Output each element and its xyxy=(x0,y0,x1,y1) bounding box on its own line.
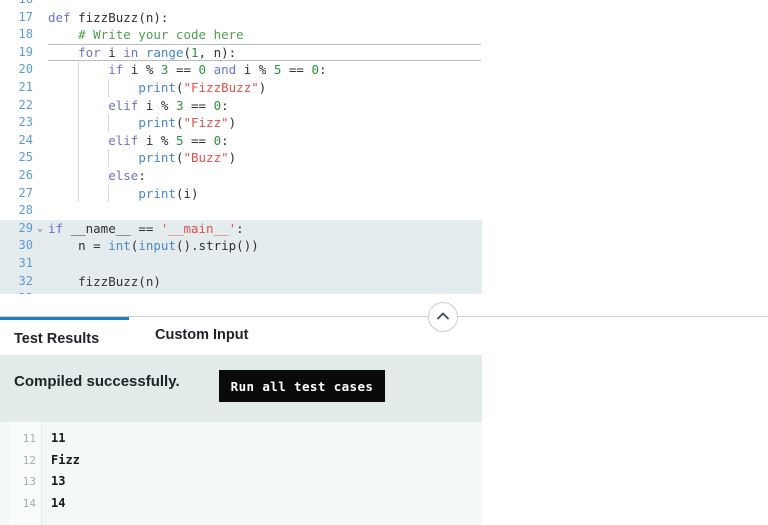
code-line[interactable]: 23 print("Fizz") xyxy=(0,114,482,132)
code-line[interactable]: 25 print("Buzz") xyxy=(0,149,482,167)
output-line-number: 11 xyxy=(22,432,36,445)
chevron-up-icon xyxy=(437,312,449,320)
compile-status-message: Compiled successfully. xyxy=(14,373,180,390)
code-text: print("Buzz") xyxy=(138,150,237,166)
line-number: 28 xyxy=(18,203,33,218)
line-number: 20 xyxy=(18,62,33,77)
indent-guide xyxy=(78,131,80,150)
indent-guide xyxy=(78,61,80,79)
code-line[interactable]: 32 fizzBuzz(n) xyxy=(0,272,482,291)
code-line[interactable]: 31 xyxy=(0,255,482,273)
code-line[interactable]: 27 print(i) xyxy=(0,185,482,203)
line-number: 23 xyxy=(18,115,33,130)
code-text: print(i) xyxy=(138,185,199,201)
line-number: 19 xyxy=(18,44,33,59)
line-number: 26 xyxy=(18,168,33,182)
line-number: 25 xyxy=(18,150,33,165)
code-line[interactable]: 29 ⌄ if __name__ == '__main__': xyxy=(0,219,482,238)
tab-test-results[interactable]: Test Results xyxy=(0,316,129,355)
output-line-number: 12 xyxy=(22,453,36,467)
code-line[interactable]: 33 xyxy=(0,290,482,294)
output-row: 11 11 xyxy=(0,428,482,449)
output-line-value: 11 xyxy=(51,431,66,445)
output-line-value: 13 xyxy=(51,474,66,488)
code-text: if i % 3 == 0 and i % 5 == 0: xyxy=(108,62,327,78)
output-row: 12 Fizz xyxy=(0,450,482,471)
output-top-strip xyxy=(0,417,482,422)
code-text: elif i % 3 == 0: xyxy=(108,97,229,113)
code-line[interactable]: 18 # Write your code here xyxy=(0,26,482,44)
output-area[interactable]: 11 11 12 Fizz 13 13 14 14 xyxy=(0,417,482,525)
code-text: for i in range(1, n): xyxy=(78,44,237,60)
line-number: 21 xyxy=(18,80,33,94)
output-row: 14 14 xyxy=(0,493,482,514)
collapse-panel-button[interactable] xyxy=(428,302,458,332)
online-code-editor-app: 1617def fizzBuzz(n):18 # Write your code… xyxy=(0,0,768,525)
content-column: 1617def fizzBuzz(n):18 # Write your code… xyxy=(0,0,482,525)
indent-guide xyxy=(108,149,110,167)
line-number: 30 xyxy=(18,238,33,253)
code-text: def fizzBuzz(n): xyxy=(48,9,169,25)
line-number: 32 xyxy=(18,273,33,288)
code-text: else: xyxy=(108,168,146,183)
indent-guide xyxy=(78,184,80,203)
code-text: print("FizzBuzz") xyxy=(138,80,267,95)
line-number: 29 xyxy=(18,220,33,235)
code-text: # Write your code here xyxy=(48,27,244,43)
code-fold-toggle-icon[interactable]: ⌄ xyxy=(34,220,46,238)
output-row: 13 13 xyxy=(0,471,482,492)
line-number: 16 xyxy=(0,0,33,9)
indent-guide xyxy=(78,149,80,167)
line-number: 18 xyxy=(18,27,33,42)
code-line[interactable]: 17 def fizzBuzz(n): xyxy=(0,9,482,27)
output-line-value: Fizz xyxy=(51,452,80,467)
code-line[interactable]: 30 n = int(input().strip()) xyxy=(0,237,482,255)
run-all-test-cases-button[interactable]: Run all test cases xyxy=(219,370,385,402)
code-line[interactable]: 26 else: xyxy=(0,167,482,185)
indent-guide xyxy=(108,79,110,97)
code-line[interactable]: 24 elif i % 5 == 0: xyxy=(0,132,482,150)
indent-guide xyxy=(78,167,80,185)
line-number: 24 xyxy=(18,132,33,147)
line-number: 22 xyxy=(18,97,33,112)
output-line-number: 14 xyxy=(22,496,36,510)
indent-guide xyxy=(108,114,110,132)
code-text: fizzBuzz(n) xyxy=(48,273,161,289)
indent-guide xyxy=(78,114,80,132)
tab-custom-input[interactable]: Custom Input xyxy=(129,316,299,355)
code-text: elif i % 5 == 0: xyxy=(108,132,229,148)
output-line-number: 13 xyxy=(22,475,36,488)
output-line-value: 14 xyxy=(51,495,66,510)
line-number: 27 xyxy=(18,185,33,200)
code-line[interactable]: 16 xyxy=(0,0,482,9)
indent-guide xyxy=(78,79,80,97)
line-number: 31 xyxy=(18,256,33,270)
code-line[interactable]: 22 elif i % 3 == 0: xyxy=(0,97,482,115)
code-line[interactable]: 19 for i in range(1, n): xyxy=(0,43,482,62)
indent-guide xyxy=(108,184,110,203)
indent-guide xyxy=(78,96,80,115)
code-text: if __name__ == '__main__': xyxy=(48,220,244,236)
code-text: print("Fizz") xyxy=(138,115,237,131)
code-line[interactable]: 20 if i % 3 == 0 and i % 5 == 0: xyxy=(0,61,482,79)
line-number: 33 xyxy=(0,290,33,294)
code-line[interactable]: 28 xyxy=(0,202,482,220)
result-tabbar: Test Results Custom Input xyxy=(0,316,482,355)
code-editor[interactable]: 1617def fizzBuzz(n):18 # Write your code… xyxy=(0,0,482,294)
code-line[interactable]: 21 print("FizzBuzz") xyxy=(0,79,482,97)
code-text: n = int(input().strip()) xyxy=(48,238,259,254)
panel-divider xyxy=(0,316,768,317)
line-number: 17 xyxy=(18,9,33,24)
